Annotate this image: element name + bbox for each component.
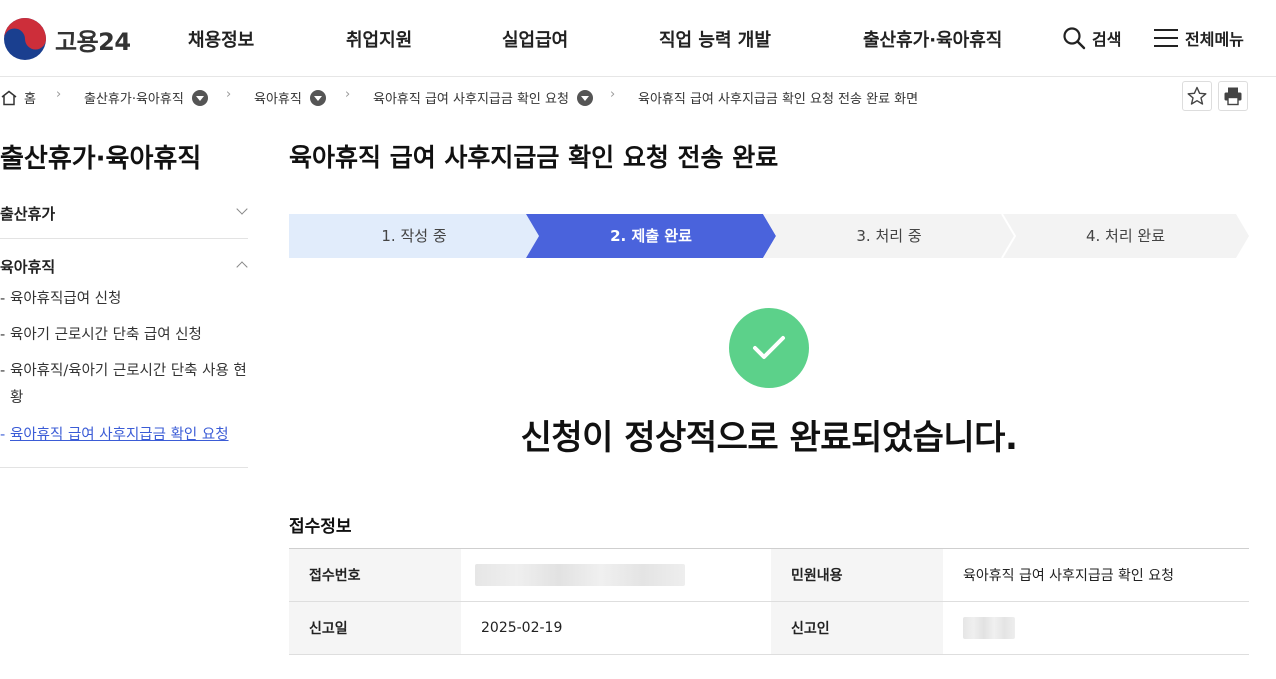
sidebar-group-childcare-leave[interactable]: 육아휴직 [0, 256, 248, 277]
all-menu-label: 전체메뉴 [1185, 30, 1244, 49]
redacted-value [475, 564, 685, 586]
step-2-label: 2. 제출 완료 [610, 227, 692, 245]
sidebar-group-maternity-leave[interactable]: 출산휴가 [0, 203, 248, 224]
step-3-label: 3. 처리 중 [856, 227, 922, 245]
breadcrumb-home[interactable]: 홈 [0, 88, 36, 107]
receipt-number-value [461, 548, 771, 602]
complaint-content-value: 육아휴직 급여 사후지급금 확인 요청 [943, 548, 1249, 602]
sidebar-item-reduced-hours-apply[interactable]: - 육아기 근로시간 단축 급여 신청 [0, 322, 248, 349]
chevron-right-icon: › [610, 87, 616, 102]
breadcrumb-item-request[interactable]: 육아휴직 급여 사후지급금 확인 요청 [373, 88, 593, 107]
all-menu-button[interactable]: 전체메뉴 [1153, 26, 1244, 50]
print-button[interactable] [1218, 81, 1248, 111]
breadcrumb-item-childcare-leave[interactable]: 육아휴직 [254, 88, 326, 107]
receipt-number-label: 접수번호 [289, 548, 461, 602]
chevron-down-icon [236, 203, 248, 215]
favorite-button[interactable] [1182, 81, 1212, 111]
breadcrumb-item-parental-leave[interactable]: 출산휴가·육아휴직 [84, 88, 208, 107]
search-button[interactable]: 검색 [1062, 26, 1121, 50]
nav-item-parental-leave[interactable]: 출산휴가·육아휴직 [863, 26, 1002, 52]
completion-message: 신청이 정상적으로 완료되었습니다. [520, 418, 1018, 458]
breadcrumb-label: 육아휴직 급여 사후지급금 확인 요청 [373, 92, 569, 107]
nav-item-jobs[interactable]: 채용정보 [188, 26, 254, 52]
chevron-down-icon[interactable] [191, 89, 208, 106]
nav-item-unemployment-benefit[interactable]: 실업급여 [502, 26, 568, 52]
breadcrumb-label: 출산휴가·육아휴직 [84, 92, 184, 107]
sidebar-item-usage-status[interactable]: - 육아휴직/육아기 근로시간 단축 사용 현황 [0, 358, 248, 412]
breadcrumb-label: 육아휴직 급여 사후지급금 확인 요청 전송 완료 화면 [638, 92, 919, 107]
breadcrumb-current: 육아휴직 급여 사후지급금 확인 요청 전송 완료 화면 [638, 88, 918, 107]
sidebar-item-deferred-payment-request[interactable]: - 육아휴직 급여 사후지급금 확인 요청 [0, 422, 248, 449]
breadcrumb: 홈 › 출산휴가·육아휴직 › 육아휴직 › 육아휴직 급여 사후지급금 확인 … [0, 85, 1276, 109]
report-date-label: 신고일 [289, 601, 461, 655]
chevron-down-icon[interactable] [576, 89, 593, 106]
chevron-up-icon [236, 261, 248, 273]
complaint-content-label: 민원내용 [771, 548, 943, 602]
report-date-value: 2025-02-19 [461, 601, 771, 655]
chevron-right-icon: › [56, 87, 62, 102]
nav-item-skills-development[interactable]: 직업 능력 개발 [659, 26, 771, 52]
breadcrumb-home-label: 홈 [24, 92, 36, 107]
breadcrumb-label: 육아휴직 [254, 92, 302, 107]
redacted-value [963, 617, 1015, 639]
sidebar-group-label: 출산휴가 [0, 205, 56, 223]
sidebar-item-label: 육아휴직 급여 사후지급금 확인 요청 [10, 427, 229, 443]
check-icon [753, 336, 785, 359]
star-icon [1187, 86, 1207, 105]
hamburger-icon [1154, 29, 1178, 47]
search-label: 검색 [1092, 30, 1122, 49]
print-icon [1224, 87, 1242, 106]
site-header: 고용24 채용정보 취업지원 실업급여 직업 능력 개발 출산휴가·육아휴직 검… [0, 0, 1276, 77]
sidebar-title: 출산휴가·육아휴직 [0, 144, 202, 174]
sidebar-item-label: 육아기 근로시간 단축 급여 신청 [10, 327, 202, 343]
nav-item-employment-support[interactable]: 취업지원 [346, 26, 412, 52]
step-1-label: 1. 작성 중 [381, 227, 447, 245]
table-row: 접수번호 민원내용 육아휴직 급여 사후지급금 확인 요청 [289, 548, 1249, 602]
reporter-value [943, 601, 1249, 655]
step-4-label: 4. 처리 완료 [1085, 227, 1166, 245]
sidebar-group-label: 육아휴직 [0, 258, 56, 276]
chevron-right-icon: › [345, 87, 351, 102]
divider [0, 467, 248, 468]
sidebar-item-label: 육아휴직/육아기 근로시간 단축 사용 현황 [10, 363, 247, 406]
page-title: 육아휴직 급여 사후지급금 확인 요청 전송 완료 [289, 143, 779, 172]
reporter-label: 신고인 [771, 601, 943, 655]
home-icon [1, 90, 17, 105]
section-title: 접수정보 [289, 517, 352, 537]
search-icon [1063, 27, 1086, 50]
receipt-info-table: 접수번호 민원내용 육아휴직 급여 사후지급금 확인 요청 신고일 2025-0… [289, 548, 1249, 655]
chevron-right-icon: › [226, 87, 232, 102]
success-badge [729, 308, 809, 388]
divider [0, 238, 248, 239]
sidebar-item-childcare-benefit-apply[interactable]: - 육아휴직급여 신청 [0, 286, 248, 313]
chevron-down-icon[interactable] [309, 89, 326, 106]
sidebar-item-label: 육아휴직급여 신청 [10, 291, 122, 307]
progress-steps: 1. 작성 중 2. 제출 완료 3. 처리 중 4. 처리 완료 [289, 214, 1249, 258]
table-row: 신고일 2025-02-19 신고인 [289, 601, 1249, 655]
